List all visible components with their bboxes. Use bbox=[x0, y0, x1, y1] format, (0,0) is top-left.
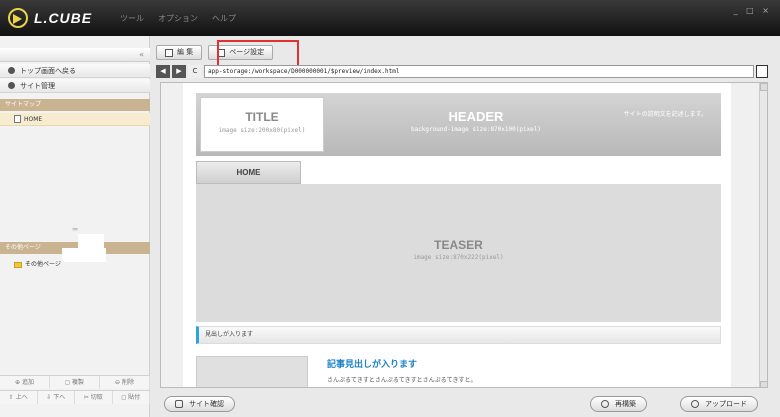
folder-icon bbox=[14, 261, 22, 268]
logo-text: L.CUBE bbox=[34, 10, 93, 26]
scroll-up-icon[interactable] bbox=[760, 83, 767, 91]
logo-icon bbox=[8, 8, 28, 28]
home-nav-tab[interactable]: HOME bbox=[196, 161, 301, 184]
forward-button[interactable]: ▶ bbox=[172, 65, 186, 78]
back-to-top-label: トップ画面へ戻る bbox=[20, 66, 76, 75]
address-menu-icon[interactable] bbox=[756, 65, 768, 78]
tree-move-row: ⇧ 上へ ⇩ 下へ ✂ 切取 ◻ 貼付 bbox=[0, 390, 150, 404]
back-to-top-button[interactable]: トップ画面へ戻る bbox=[0, 64, 150, 78]
duplicate-button[interactable]: ◻ 複製 bbox=[50, 376, 100, 389]
paste-button[interactable]: ◻ 貼付 bbox=[113, 391, 150, 404]
menu-help[interactable]: ヘルプ bbox=[212, 13, 236, 24]
header-size: background-image size:870x100(pixel) bbox=[410, 126, 542, 133]
site-check-label: サイト確認 bbox=[189, 400, 224, 408]
collapse-sidebar-button[interactable]: « bbox=[0, 48, 150, 62]
upload-label: アップロード bbox=[705, 400, 747, 408]
menu-bar: ツール オプション ヘルプ bbox=[120, 13, 236, 24]
app-logo: L.CUBE bbox=[8, 7, 108, 29]
other-page-item[interactable]: その他ページ bbox=[0, 258, 150, 271]
address-bar: ◀ ▶ C app-storage:/workspace/D000000001/… bbox=[156, 65, 768, 78]
header-placeholder: HEADER background-image size:870x100(pix… bbox=[376, 109, 576, 133]
globe-icon bbox=[691, 400, 699, 408]
highlight-box bbox=[217, 40, 299, 68]
edit-icon bbox=[165, 48, 173, 57]
teaser-text: TEASER bbox=[434, 238, 483, 252]
sitemap-header: サイトマップ bbox=[0, 99, 150, 111]
cut-button[interactable]: ✂ 切取 bbox=[75, 391, 113, 404]
preview-scrollbar[interactable] bbox=[759, 83, 767, 387]
rebuild-label: 再構築 bbox=[615, 400, 636, 408]
sidebar: « トップ画面へ戻る サイト管理 サイトマップ HOME ═ その他ページ その… bbox=[0, 36, 150, 417]
section-heading: 見出しが入ります bbox=[196, 326, 721, 344]
edit-button[interactable]: 編 集 bbox=[156, 45, 203, 60]
arrow-icon bbox=[8, 67, 15, 74]
rebuild-button[interactable]: 再構築 bbox=[590, 396, 647, 412]
move-down-button[interactable]: ⇩ 下へ bbox=[38, 391, 75, 404]
site-header: TITLE image size:200x80(pixel) HEADER ba… bbox=[196, 93, 721, 156]
move-up-button[interactable]: ⇧ 上へ bbox=[0, 391, 38, 404]
refresh-icon bbox=[601, 400, 609, 408]
title-placeholder: TITLE image size:200x80(pixel) bbox=[200, 97, 324, 152]
preview-page: TITLE image size:200x80(pixel) HEADER ba… bbox=[183, 83, 731, 387]
teaser-size: image size:870x222(pixel) bbox=[413, 254, 504, 261]
article-thumbnail bbox=[196, 356, 308, 387]
title-bar: L.CUBE ツール オプション ヘルプ _ □ × bbox=[0, 0, 780, 36]
upload-button[interactable]: アップロード bbox=[680, 396, 758, 412]
back-button[interactable]: ◀ bbox=[156, 65, 170, 78]
menu-tools[interactable]: ツール bbox=[120, 13, 144, 24]
preview-pane: TITLE image size:200x80(pixel) HEADER ba… bbox=[160, 82, 768, 388]
site-manage-label: サイト管理 bbox=[20, 81, 55, 90]
site-check-button[interactable]: サイト確認 bbox=[164, 396, 235, 412]
sitemap-item-home[interactable]: HOME bbox=[0, 113, 150, 126]
panel-splitter[interactable]: ═ bbox=[0, 226, 150, 238]
page-icon bbox=[14, 115, 21, 123]
other-page-label: その他ページ bbox=[25, 261, 61, 268]
tree-actions-row: ⊕ 追加 ◻ 複製 ⊖ 削除 bbox=[0, 375, 150, 389]
header-text: HEADER bbox=[448, 109, 504, 124]
teaser-placeholder: TEASER image size:870x222(pixel) bbox=[196, 184, 721, 322]
delete-button[interactable]: ⊖ 削除 bbox=[100, 376, 150, 389]
bottom-bar: サイト確認 再構築 アップロード bbox=[150, 392, 780, 417]
article-title[interactable]: 記事見出しが入ります bbox=[327, 357, 417, 370]
site-description: サイトの説明文を記述します。 bbox=[623, 111, 707, 118]
gear-icon bbox=[8, 82, 15, 89]
add-button[interactable]: ⊕ 追加 bbox=[0, 376, 50, 389]
title-size: image size:200x80(pixel) bbox=[218, 127, 306, 134]
scroll-down-icon[interactable] bbox=[760, 381, 767, 387]
site-manage-button[interactable]: サイト管理 bbox=[0, 79, 150, 93]
window-controls[interactable]: _ □ × bbox=[734, 6, 772, 15]
edit-label: 編 集 bbox=[177, 48, 194, 56]
monitor-icon bbox=[175, 400, 183, 408]
title-text: TITLE bbox=[245, 110, 279, 124]
article-body: さんぷるてきすとさんぷるてきすとさんぷるてきすと。 bbox=[327, 377, 477, 384]
mask-block bbox=[78, 234, 104, 248]
reload-button[interactable]: C bbox=[188, 65, 202, 78]
sitemap-item-label: HOME bbox=[24, 115, 43, 123]
url-input[interactable]: app-storage:/workspace/D000000001/$previ… bbox=[204, 65, 754, 78]
menu-options[interactable]: オプション bbox=[158, 13, 198, 24]
